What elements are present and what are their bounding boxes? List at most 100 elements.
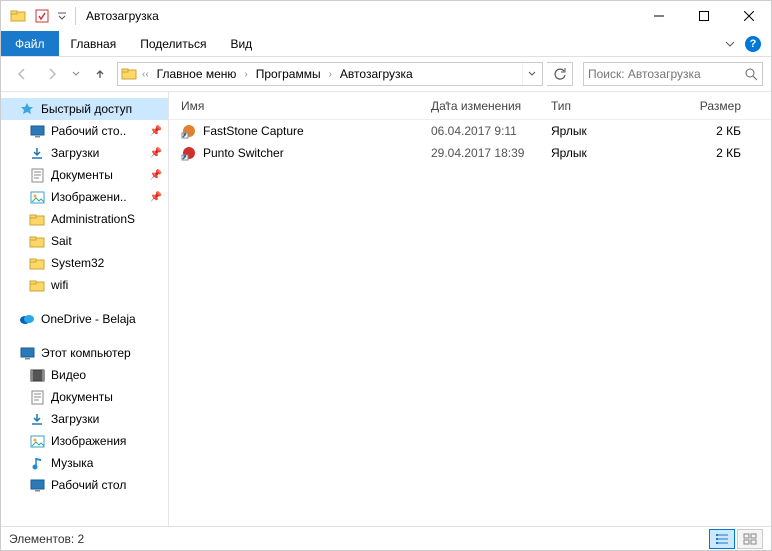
folder-icon[interactable] [7, 5, 29, 27]
download-icon [29, 145, 45, 161]
sidebar-item[interactable]: Загрузки 📌 [1, 142, 168, 164]
sidebar-item[interactable]: System32 [1, 252, 168, 274]
sidebar-label: Видео [51, 368, 86, 382]
address-bar[interactable]: ‹‹ Главное меню › Программы › Автозагруз… [117, 62, 543, 86]
sidebar-item[interactable]: Sait [1, 230, 168, 252]
sidebar-label: Быстрый доступ [41, 102, 132, 116]
sidebar-item[interactable]: Загрузки [1, 408, 168, 430]
onedrive-root[interactable]: OneDrive - Belaja [1, 308, 168, 330]
file-list: Имя ⌃ Дата изменения Тип Размер FastSton… [169, 92, 771, 526]
column-size[interactable]: Размер [661, 99, 771, 113]
forward-button[interactable] [39, 61, 65, 87]
sidebar-item[interactable]: Документы [1, 386, 168, 408]
column-label: Имя [181, 99, 204, 113]
properties-icon[interactable] [31, 5, 53, 27]
music-icon [29, 455, 45, 471]
sidebar-item[interactable]: Рабочий сто.. 📌 [1, 120, 168, 142]
back-button[interactable] [9, 61, 35, 87]
view-tab[interactable]: Вид [218, 31, 264, 56]
sidebar-label: Этот компьютер [41, 346, 131, 360]
up-button[interactable] [87, 61, 113, 87]
file-tab[interactable]: Файл [1, 31, 59, 56]
search-input[interactable] [588, 67, 745, 81]
breadcrumb-item[interactable]: Автозагрузка [336, 63, 417, 85]
sidebar-label: Sait [51, 234, 72, 248]
sidebar-label: System32 [51, 256, 104, 270]
item-count: Элементов: 2 [9, 532, 84, 546]
doc-icon [29, 167, 45, 183]
star-icon [19, 101, 35, 117]
qat-dropdown-icon[interactable] [55, 5, 69, 27]
file-date: 06.04.2017 9:11 [431, 124, 551, 138]
address-dropdown-icon[interactable] [522, 63, 540, 85]
sidebar-label: AdministrationS [51, 212, 135, 226]
pc-icon [19, 345, 35, 361]
chevron-icon[interactable]: ‹‹ [140, 69, 151, 80]
sidebar-label: Изображения [51, 434, 126, 448]
window-controls [636, 1, 771, 31]
image-icon [29, 189, 45, 205]
breadcrumb-item[interactable]: Программы [252, 63, 325, 85]
sidebar-item[interactable]: Документы 📌 [1, 164, 168, 186]
sidebar-label: Рабочий стол [51, 478, 126, 492]
home-tab[interactable]: Главная [59, 31, 129, 56]
sidebar-item[interactable]: Изображени.. 📌 [1, 186, 168, 208]
shortcut-icon [181, 123, 197, 139]
chevron-right-icon[interactable]: › [327, 69, 334, 80]
folder-icon [120, 65, 138, 83]
title-bar: Автозагрузка [1, 1, 771, 31]
this-pc-root[interactable]: Этот компьютер [1, 342, 168, 364]
maximize-button[interactable] [681, 1, 726, 31]
desktop-icon [29, 123, 45, 139]
onedrive-icon [19, 311, 35, 327]
sidebar-label: Загрузки [51, 412, 99, 426]
help-icon[interactable]: ? [745, 36, 761, 52]
image-icon [29, 433, 45, 449]
sidebar-item[interactable]: Видео [1, 364, 168, 386]
chevron-right-icon[interactable]: › [242, 69, 249, 80]
pin-icon: 📌 [150, 170, 162, 181]
doc-icon [29, 389, 45, 405]
pin-icon: 📌 [150, 192, 162, 203]
pin-icon: 📌 [150, 126, 162, 137]
sidebar-item[interactable]: wifi [1, 274, 168, 296]
sidebar-label: Загрузки [51, 146, 99, 160]
search-icon[interactable] [745, 68, 758, 81]
minimize-button[interactable] [636, 1, 681, 31]
quick-access-root[interactable]: Быстрый доступ [1, 98, 168, 120]
file-name: FastStone Capture [203, 124, 304, 138]
recent-dropdown[interactable] [69, 61, 83, 87]
folder-icon [29, 233, 45, 249]
pin-icon: 📌 [150, 148, 162, 159]
file-row[interactable]: Punto Switcher 29.04.2017 18:39 Ярлык 2 … [169, 142, 771, 164]
folder-icon [29, 277, 45, 293]
file-row[interactable]: FastStone Capture 06.04.2017 9:11 Ярлык … [169, 120, 771, 142]
sidebar-item[interactable]: Музыка [1, 452, 168, 474]
file-name: Punto Switcher [203, 146, 284, 160]
video-icon [29, 367, 45, 383]
navigation-pane[interactable]: Быстрый доступ Рабочий сто.. 📌 Загрузки … [1, 92, 169, 526]
breadcrumb-item[interactable]: Главное меню [153, 63, 241, 85]
separator [75, 7, 76, 25]
share-tab[interactable]: Поделиться [128, 31, 218, 56]
sidebar-label: Музыка [51, 456, 93, 470]
thumbnails-view-button[interactable] [737, 529, 763, 549]
column-type[interactable]: Тип [551, 99, 661, 113]
details-view-button[interactable] [709, 529, 735, 549]
sidebar-item[interactable]: AdministrationS [1, 208, 168, 230]
sidebar-label: Рабочий сто.. [51, 124, 126, 138]
search-box[interactable] [583, 62, 763, 86]
file-date: 29.04.2017 18:39 [431, 146, 551, 160]
sidebar-label: Документы [51, 168, 113, 182]
sidebar-item[interactable]: Изображения [1, 430, 168, 452]
window-title: Автозагрузка [86, 9, 159, 23]
folder-icon [29, 255, 45, 271]
download-icon [29, 411, 45, 427]
sidebar-item[interactable]: Рабочий стол [1, 474, 168, 496]
expand-ribbon-icon[interactable] [721, 39, 739, 49]
refresh-button[interactable] [547, 62, 573, 86]
sidebar-label: OneDrive - Belaja [41, 312, 136, 326]
close-button[interactable] [726, 1, 771, 31]
folder-icon [29, 211, 45, 227]
column-name[interactable]: Имя ⌃ [181, 99, 431, 113]
